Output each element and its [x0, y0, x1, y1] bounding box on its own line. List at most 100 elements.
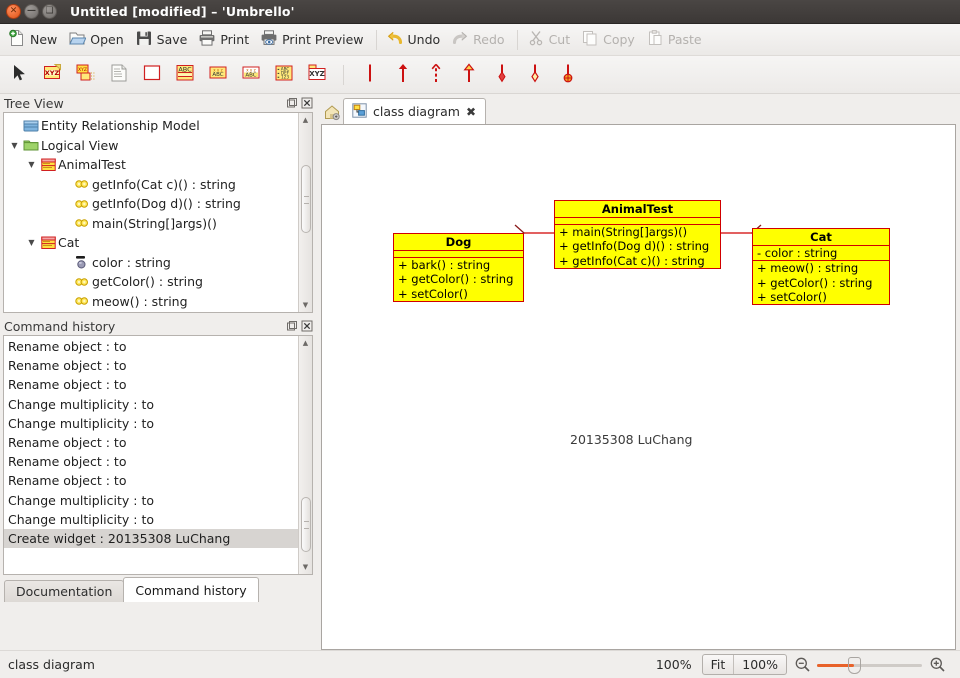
- command-panel-close-icon[interactable]: [301, 320, 313, 332]
- class-tool[interactable]: XYZ: [41, 63, 65, 87]
- copy-button[interactable]: Copy: [577, 27, 642, 53]
- select-pointer-tool[interactable]: [8, 63, 32, 87]
- tree-scroll-track[interactable]: [299, 127, 313, 298]
- abc-list-icon: ABC DEF 123: [273, 62, 295, 87]
- tree-scroll-thumb[interactable]: [300, 164, 311, 233]
- artifact-tool[interactable]: XYZ: [305, 63, 329, 87]
- uml-class-animaltest[interactable]: AnimalTest + main(String[]args)() + getInf…: [554, 200, 721, 269]
- dock-tab-command-history[interactable]: Command history: [123, 577, 259, 602]
- containment-tool[interactable]: [556, 63, 580, 87]
- maximize-icon[interactable]: ❑: [42, 4, 57, 19]
- command-history-item[interactable]: Rename object : to: [4, 433, 298, 452]
- box-icon: [141, 62, 163, 87]
- clipboard-paste-icon: [646, 29, 664, 50]
- diagram-canvas[interactable]: AnimalTest + main(String[]args)() + getInf…: [322, 125, 955, 649]
- box-tool[interactable]: [140, 63, 164, 87]
- tree-scroll-down-icon[interactable]: ▼: [299, 298, 313, 312]
- svg-text:ABC: ABC: [245, 72, 256, 78]
- go-home-icon[interactable]: [321, 100, 343, 124]
- tree-expand-arrow-icon[interactable]: ▼: [25, 238, 38, 247]
- dock-tab-documentation[interactable]: Documentation: [4, 580, 125, 602]
- command-history-item[interactable]: Rename object : to: [4, 471, 298, 490]
- command-panel-float-icon[interactable]: [286, 320, 298, 332]
- tree-item-getinfo-cat-c-string[interactable]: getInfo(Cat c)() : string: [4, 175, 298, 195]
- composition-tool[interactable]: [490, 63, 514, 87]
- association-tool[interactable]: [358, 63, 382, 87]
- aggregation-tool[interactable]: [523, 63, 547, 87]
- interface-tool[interactable]: XYZ: [74, 63, 98, 87]
- command-history-item[interactable]: Change multiplicity : to: [4, 414, 298, 433]
- tree-item-animaltest[interactable]: ▼ AnimalTest: [4, 155, 298, 175]
- command-scroll-thumb[interactable]: [300, 497, 311, 552]
- tab-close-icon[interactable]: ✖: [466, 105, 476, 119]
- paste-button[interactable]: Paste: [642, 27, 709, 53]
- uml-class-cat[interactable]: Cat - color : string + meow() : string + ge…: [752, 228, 890, 306]
- undo-button[interactable]: Undo: [382, 27, 448, 53]
- tree-item-setcolor[interactable]: setColor(): [4, 311, 298, 312]
- cut-button[interactable]: Cut: [523, 27, 578, 53]
- tree-item-main-string-args[interactable]: main(String[]args)(): [4, 214, 298, 234]
- uni-association-tool[interactable]: [391, 63, 415, 87]
- command-history-item[interactable]: Create widget : 20135308 LuChang: [4, 528, 298, 549]
- generalization-tool[interactable]: [457, 63, 481, 87]
- enum-tool[interactable]: x y z ABC: [206, 63, 230, 87]
- command-panel-box: Rename object : to Rename object : to Rena…: [3, 335, 313, 575]
- floppy-save-icon: [135, 29, 153, 50]
- uml-class-dog[interactable]: Dog + bark() : string + getColor() : strin…: [393, 233, 524, 302]
- print-button[interactable]: Print: [194, 27, 256, 53]
- command-history-item[interactable]: Change multiplicity : to: [4, 491, 298, 510]
- tree-item-cat[interactable]: ▼ Cat: [4, 233, 298, 253]
- window-titlebar: ✕ — ❑ Untitled [modified] – 'Umbrello': [0, 0, 960, 24]
- tree-panel-close-icon[interactable]: [301, 97, 313, 109]
- uml-attribute-compartment: [555, 218, 720, 225]
- tree-item-label: getInfo(Cat c)() : string: [92, 176, 236, 192]
- tree-item-getcolor-string[interactable]: getColor() : string: [4, 272, 298, 292]
- command-history-item[interactable]: Rename object : to: [4, 375, 298, 394]
- redo-button[interactable]: Redo: [447, 27, 511, 53]
- command-history-item[interactable]: Change multiplicity : to: [4, 395, 298, 414]
- open-button[interactable]: Open: [64, 27, 130, 53]
- tree-panel-header: Tree View: [0, 94, 317, 112]
- tree-expand-arrow-icon[interactable]: ▼: [25, 160, 38, 169]
- command-history-item[interactable]: Rename object : to: [4, 337, 298, 356]
- dependency-tool[interactable]: [424, 63, 448, 87]
- tree-item-entity-relationship-model[interactable]: Entity Relationship Model: [4, 116, 298, 136]
- command-scroll-up-icon[interactable]: ▲: [299, 336, 313, 350]
- command-scroll-down-icon[interactable]: ▼: [299, 560, 313, 574]
- tree-scrollbar[interactable]: ▲ ▼: [298, 113, 312, 312]
- datatype-tool[interactable]: ABC: [173, 63, 197, 87]
- tree-expand-arrow-icon[interactable]: ▼: [8, 141, 21, 150]
- new-button[interactable]: New: [4, 27, 64, 53]
- class-icon: [38, 158, 58, 172]
- save-button[interactable]: Save: [131, 27, 195, 53]
- package-tool[interactable]: ABC DEF 123: [272, 63, 296, 87]
- tree-item-getinfo-dog-d-string[interactable]: getInfo(Dog d)() : string: [4, 194, 298, 214]
- minimize-icon[interactable]: —: [24, 4, 39, 19]
- tree-item-logical-view[interactable]: ▼ Logical View: [4, 136, 298, 156]
- tab-class-diagram[interactable]: class diagram ✖: [343, 98, 487, 124]
- close-icon[interactable]: ✕: [6, 4, 21, 19]
- print-preview-button[interactable]: Print Preview: [256, 27, 370, 53]
- zoom-slider-handle[interactable]: [848, 656, 861, 674]
- uml-operation-compartment: + meow() : string + getColor() : string + …: [753, 261, 889, 304]
- tree-scroll-up-icon[interactable]: ▲: [299, 113, 313, 127]
- command-history-list[interactable]: Rename object : to Rename object : to Rena…: [4, 336, 298, 574]
- command-history-item[interactable]: Rename object : to: [4, 452, 298, 471]
- tree-item-meow-string[interactable]: meow() : string: [4, 292, 298, 312]
- note-tool[interactable]: [107, 63, 131, 87]
- note-icon: [108, 62, 130, 87]
- command-history-item[interactable]: Rename object : to: [4, 356, 298, 375]
- command-scrollbar[interactable]: ▲ ▼: [298, 336, 312, 574]
- command-scroll-track[interactable]: [299, 350, 313, 560]
- xyz-package-icon: XYZ: [306, 62, 328, 87]
- tree-item-label: meow() : string: [92, 293, 188, 309]
- new-button-label: New: [30, 32, 58, 47]
- tree-panel-float-icon[interactable]: [286, 97, 298, 109]
- command-history-item[interactable]: Change multiplicity : to: [4, 510, 298, 529]
- entity-tool[interactable]: x y z ABC: [239, 63, 263, 87]
- redo-button-label: Redo: [473, 32, 505, 47]
- svg-text:XYZ: XYZ: [309, 70, 325, 78]
- tree-view[interactable]: Entity Relationship Model ▼ Logical View ▼ A…: [4, 113, 298, 312]
- attribute-icon: [72, 255, 92, 270]
- tree-item-color-string[interactable]: color : string: [4, 253, 298, 273]
